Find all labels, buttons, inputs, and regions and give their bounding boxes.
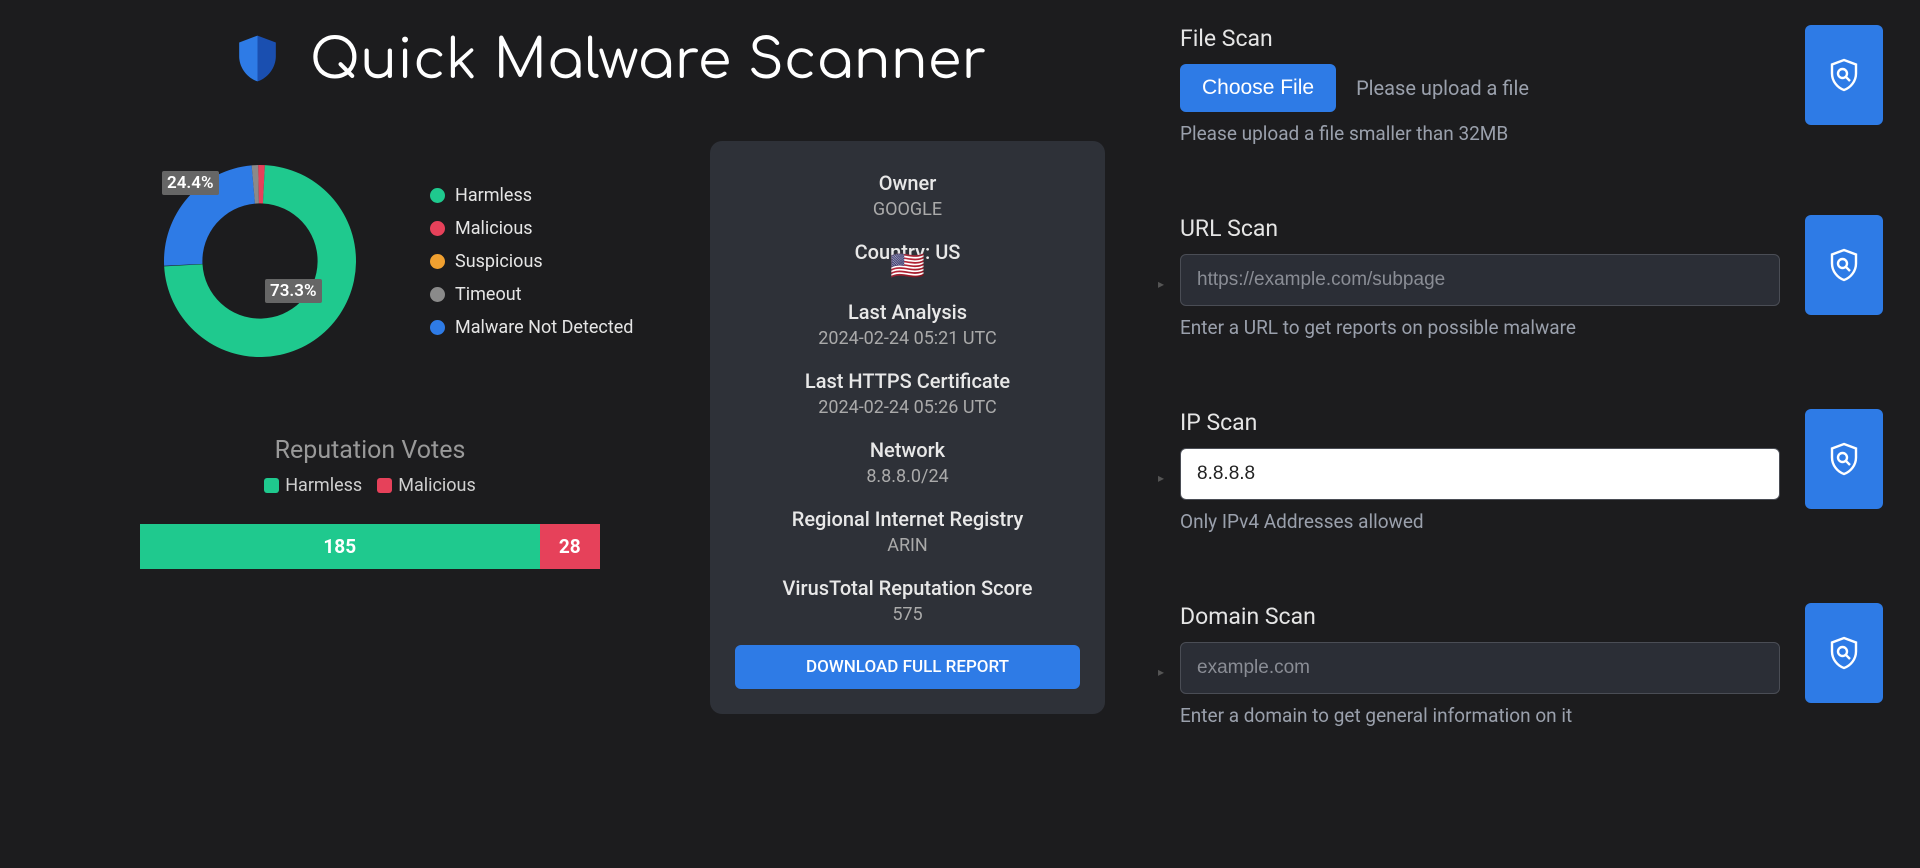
domain-helper-text: Enter a domain to get general informatio…: [1180, 704, 1780, 727]
file-scan-block: File Scan Choose File Please upload a fi…: [1180, 25, 1920, 145]
ip-input[interactable]: [1180, 448, 1780, 500]
app-header: Quick Malware Scanner: [230, 30, 1120, 91]
url-scan-submit-button[interactable]: [1805, 215, 1883, 315]
ip-scan-title: IP Scan: [1180, 409, 1780, 436]
chart-legend: Harmless Malicious Suspicious Timeout Malwar…: [430, 185, 633, 338]
url-scan-title: URL Scan: [1180, 215, 1780, 242]
shield-search-icon: [1826, 247, 1862, 283]
domain-scan-submit-button[interactable]: [1805, 603, 1883, 703]
app-title: Quick Malware Scanner: [310, 30, 987, 91]
legend-item: Malicious: [430, 218, 633, 239]
reputation-legend: Harmless Malicious: [140, 475, 600, 496]
file-status-text: Please upload a file: [1356, 76, 1529, 100]
shield-search-icon: [1826, 441, 1862, 477]
ip-scan-submit-button[interactable]: [1805, 409, 1883, 509]
domain-input[interactable]: [1180, 642, 1780, 694]
file-helper-text: Please upload a file smaller than 32MB: [1180, 122, 1780, 145]
legend-item: Malware Not Detected: [430, 317, 633, 338]
chevron-icon: ▸: [1158, 471, 1164, 485]
donut-label-mnd: 24.4%: [162, 171, 219, 195]
chevron-icon: ▸: [1158, 277, 1164, 291]
reputation-bar: 18528: [140, 524, 600, 569]
url-helper-text: Enter a URL to get reports on possible m…: [1180, 316, 1780, 339]
reputation-malicious-bar: 28: [540, 524, 600, 569]
country-flag-icon: 🇺🇸: [735, 252, 1080, 280]
domain-scan-title: Domain Scan: [1180, 603, 1780, 630]
reputation-section: Reputation Votes Harmless Malicious 1852…: [140, 436, 600, 569]
legend-item: Suspicious: [430, 251, 633, 272]
shield-search-icon: [1826, 57, 1862, 93]
file-scan-title: File Scan: [1180, 25, 1780, 52]
domain-scan-block: ▸ Domain Scan Enter a domain to get gene…: [1180, 603, 1920, 727]
ip-scan-block: ▸ IP Scan Only IPv4 Addresses allowed: [1180, 409, 1920, 533]
analysis-donut-chart: 24.4% 73.3%: [140, 141, 380, 381]
donut-label-harmless: 73.3%: [265, 279, 322, 303]
shield-search-icon: [1826, 635, 1862, 671]
reputation-title: Reputation Votes: [140, 436, 600, 465]
legend-item: Harmless: [430, 185, 633, 206]
shield-icon: [230, 31, 285, 90]
reputation-harmless-bar: 185: [140, 524, 540, 569]
ip-helper-text: Only IPv4 Addresses allowed: [1180, 510, 1780, 533]
chevron-icon: ▸: [1158, 665, 1164, 679]
choose-file-button[interactable]: Choose File: [1180, 64, 1336, 112]
legend-item: Timeout: [430, 284, 633, 305]
url-scan-block: ▸ URL Scan Enter a URL to get reports on…: [1180, 215, 1920, 339]
result-info-card: Owner GOOGLE Country: US 🇺🇸 Last Analysi…: [710, 141, 1105, 714]
file-scan-submit-button[interactable]: [1805, 25, 1883, 125]
download-report-button[interactable]: DOWNLOAD FULL REPORT: [735, 645, 1080, 689]
url-input[interactable]: [1180, 254, 1780, 306]
